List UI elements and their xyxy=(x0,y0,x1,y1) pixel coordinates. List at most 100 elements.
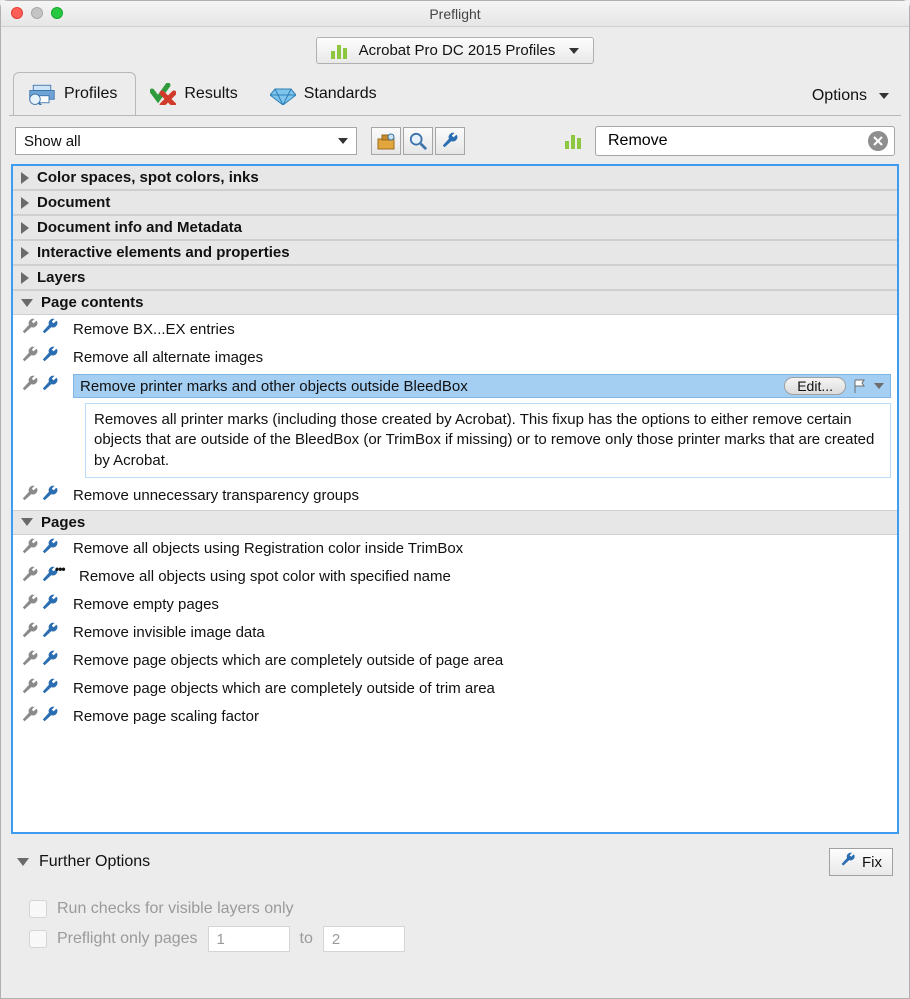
category-label: Document xyxy=(37,194,110,211)
fixup-item[interactable]: Remove empty pages xyxy=(13,591,897,619)
tab-profiles-label: Profiles xyxy=(64,85,117,103)
disclosure-down-icon[interactable] xyxy=(17,858,29,866)
window-zoom-button[interactable] xyxy=(51,7,63,19)
wrench-icon xyxy=(840,852,856,872)
disclosure-down-icon xyxy=(21,518,33,526)
window-close-button[interactable] xyxy=(11,7,23,19)
fixup-label: Remove page objects which are completely… xyxy=(73,652,889,669)
chevron-down-icon xyxy=(879,93,889,99)
fixup-item[interactable]: Remove page scaling factor xyxy=(13,703,897,731)
category-interactive[interactable]: Interactive elements and properties xyxy=(13,240,897,265)
single-fixup-button[interactable] xyxy=(435,127,465,155)
tab-results[interactable]: Results xyxy=(136,73,255,115)
wrench-blue-icon xyxy=(41,538,59,560)
diamond-icon xyxy=(270,83,296,105)
search-input[interactable] xyxy=(606,131,868,151)
fixup-item[interactable]: Remove all alternate images xyxy=(13,343,897,371)
window-minimize-button[interactable] xyxy=(31,7,43,19)
category-label: Interactive elements and properties xyxy=(37,244,290,261)
toolbox-button[interactable] xyxy=(371,127,401,155)
preflight-pages-checkbox[interactable] xyxy=(29,930,47,948)
fixups-list: Color spaces, spot colors, inks Document… xyxy=(11,164,899,834)
fixup-label: Remove all objects using Registration co… xyxy=(73,540,889,557)
fixup-item[interactable]: Remove unnecessary transparency groups xyxy=(13,482,897,510)
further-options-label: Further Options xyxy=(39,853,150,871)
category-page-contents[interactable]: Page contents xyxy=(13,290,897,315)
tab-profiles[interactable]: Profiles xyxy=(13,72,136,115)
wrench-gray-icon xyxy=(21,678,39,700)
close-icon xyxy=(873,136,883,146)
preflight-pages-label: Preflight only pages xyxy=(57,930,198,948)
disclosure-right-icon xyxy=(21,222,29,234)
toolbox-icon xyxy=(376,131,396,151)
search-field[interactable] xyxy=(595,126,895,156)
profile-set-dropdown[interactable]: Acrobat Pro DC 2015 Profiles xyxy=(316,37,595,64)
wrench-gray-icon xyxy=(21,538,39,560)
edit-button[interactable]: Edit... xyxy=(784,377,846,395)
wrench-gray-icon xyxy=(21,622,39,644)
visible-layers-label: Run checks for visible layers only xyxy=(57,900,294,918)
fixup-label: Remove BX...EX entries xyxy=(73,321,889,338)
wrench-gray-icon xyxy=(21,566,39,588)
printer-search-icon xyxy=(28,83,56,105)
fixup-item[interactable]: ••• Remove all objects using spot color … xyxy=(13,563,897,591)
fixup-item[interactable]: Remove page objects which are completely… xyxy=(13,675,897,703)
tab-standards[interactable]: Standards xyxy=(256,73,395,115)
from-page-input[interactable] xyxy=(208,926,290,952)
category-pages[interactable]: Pages xyxy=(13,510,897,535)
fixup-item[interactable]: Remove page objects which are completely… xyxy=(13,647,897,675)
fixup-label: Remove all objects using spot color with… xyxy=(79,568,889,585)
fixup-label: Remove unnecessary transparency groups xyxy=(73,487,889,504)
category-colorspaces[interactable]: Color spaces, spot colors, inks xyxy=(13,166,897,190)
flag-menu[interactable] xyxy=(852,378,884,394)
category-label: Page contents xyxy=(41,294,144,311)
wrench-blue-icon xyxy=(41,346,59,368)
fixup-item[interactable]: Remove BX...EX entries xyxy=(13,315,897,343)
category-label: Color spaces, spot colors, inks xyxy=(37,169,259,186)
clear-search-button[interactable] xyxy=(868,131,888,151)
chevron-down-icon xyxy=(338,138,348,144)
wrench-blue-icon xyxy=(41,706,59,728)
category-label: Layers xyxy=(37,269,85,286)
visible-layers-checkbox[interactable] xyxy=(29,900,47,918)
disclosure-right-icon xyxy=(21,197,29,209)
options-label: Options xyxy=(812,87,867,105)
fixup-item[interactable]: Remove invisible image data xyxy=(13,619,897,647)
fixup-item-selected[interactable]: Remove printer marks and other objects o… xyxy=(13,371,897,401)
wrench-blue-icon xyxy=(41,622,59,644)
disclosure-right-icon xyxy=(21,247,29,259)
category-docinfo[interactable]: Document info and Metadata xyxy=(13,215,897,240)
flag-icon xyxy=(852,378,868,394)
category-label: Document info and Metadata xyxy=(37,219,242,236)
wrench-gray-icon xyxy=(21,706,39,728)
to-page-input[interactable] xyxy=(323,926,405,952)
filter-label: Show all xyxy=(24,133,81,150)
category-document[interactable]: Document xyxy=(13,190,897,215)
category-layers[interactable]: Layers xyxy=(13,265,897,290)
fixup-label: Remove page objects which are completely… xyxy=(73,680,889,697)
wrench-blue-icon xyxy=(41,485,59,507)
fix-button[interactable]: Fix xyxy=(829,848,893,876)
wrench-blue-icon xyxy=(41,594,59,616)
wrench-gray-icon xyxy=(21,650,39,672)
wrench-gray-icon xyxy=(21,318,39,340)
category-label: Pages xyxy=(41,514,85,531)
tab-results-label: Results xyxy=(184,85,237,103)
fixup-label: Remove page scaling factor xyxy=(73,708,889,725)
options-menu[interactable]: Options xyxy=(812,87,897,115)
filter-dropdown[interactable]: Show all xyxy=(15,127,357,155)
fixup-item[interactable]: Remove all objects using Registration co… xyxy=(13,535,897,563)
fixup-label: Remove empty pages xyxy=(73,596,889,613)
disclosure-right-icon xyxy=(21,272,29,284)
profile-set-label: Acrobat Pro DC 2015 Profiles xyxy=(359,42,556,59)
disclosure-down-icon xyxy=(21,299,33,307)
wrench-gray-icon xyxy=(21,346,39,368)
wrench-gray-icon xyxy=(21,375,39,397)
window-title: Preflight xyxy=(1,6,909,22)
single-check-button[interactable] xyxy=(403,127,433,155)
fixup-description: Removes all printer marks (including tho… xyxy=(85,403,891,478)
wrench-blue-icon xyxy=(41,375,59,397)
to-label: to xyxy=(300,930,313,948)
wrench-blue-icon xyxy=(41,678,59,700)
chevron-down-icon xyxy=(569,48,579,54)
